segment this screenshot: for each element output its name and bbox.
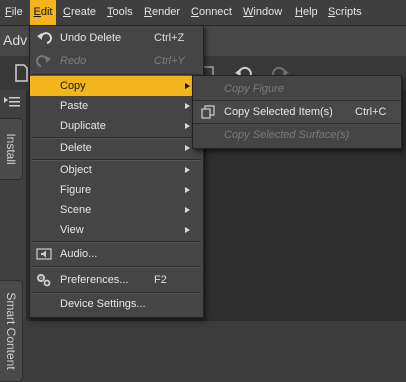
layout-tab[interactable]: Adv <box>3 32 27 48</box>
menu-window[interactable]: Window <box>243 0 282 25</box>
menu-item-paste[interactable]: Paste <box>30 96 203 116</box>
submenu-item-copy-selected-surfaces[interactable]: Copy Selected Surface(s) <box>193 124 401 146</box>
menu-render[interactable]: Render <box>144 0 180 25</box>
menu-item-device-settings[interactable]: Device Settings... <box>30 294 203 314</box>
menu-item-view[interactable]: View <box>30 220 203 240</box>
submenu-item-copy-selected-items[interactable]: Copy Selected Item(s) Ctrl+C <box>193 100 401 124</box>
menu-tools[interactable]: Tools <box>107 0 133 25</box>
submenu-arrow-icon <box>185 227 190 233</box>
menu-create[interactable]: Create <box>63 0 96 25</box>
menu-item-undo[interactable]: Undo Delete Ctrl+Z <box>30 28 203 48</box>
undo-icon <box>37 32 52 44</box>
submenu-arrow-icon <box>185 145 190 151</box>
redo-icon <box>36 55 51 67</box>
edit-menu: Undo Delete Ctrl+Z Redo Ctrl+Y Copy Past… <box>29 25 204 318</box>
menu-file[interactable]: File <box>5 0 23 25</box>
menu-item-audio[interactable]: Audio... <box>30 244 203 264</box>
menu-item-redo[interactable]: Redo Ctrl+Y <box>30 51 203 71</box>
menu-item-preferences[interactable]: Preferences... F2 <box>30 270 203 290</box>
menu-item-figure[interactable]: Figure <box>30 180 203 200</box>
menu-item-delete[interactable]: Delete <box>30 138 203 158</box>
pane-menu-icon[interactable] <box>4 96 20 108</box>
left-pane-strip: Install Smart Content <box>0 90 27 382</box>
submenu-arrow-icon <box>185 83 190 89</box>
submenu-arrow-icon <box>185 187 190 193</box>
submenu-arrow-icon <box>185 103 190 109</box>
copy-submenu: Copy Figure Copy Selected Item(s) Ctrl+C… <box>192 75 402 149</box>
menu-scripts[interactable]: Scripts <box>328 0 362 25</box>
menu-separator <box>32 241 201 243</box>
submenu-arrow-icon <box>185 123 190 129</box>
menu-edit[interactable]: Edit <box>30 0 56 25</box>
audio-icon <box>36 248 52 260</box>
menu-item-scene[interactable]: Scene <box>30 200 203 220</box>
menu-separator <box>32 266 201 268</box>
tab-install[interactable]: Install <box>0 118 23 180</box>
menu-item-object[interactable]: Object <box>30 160 203 180</box>
tab-smart-content[interactable]: Smart Content <box>0 280 23 382</box>
copy-icon <box>201 105 215 119</box>
menu-help[interactable]: Help <box>295 0 318 25</box>
menu-item-copy[interactable]: Copy <box>30 76 203 96</box>
submenu-item-copy-figure[interactable]: Copy Figure <box>193 78 401 100</box>
submenu-arrow-icon <box>185 207 190 213</box>
menu-bar: File Edit Create Tools Render Connect Wi… <box>0 0 406 26</box>
gears-icon <box>37 274 51 287</box>
menu-connect[interactable]: Connect <box>191 0 232 25</box>
new-file-icon[interactable] <box>14 64 28 82</box>
submenu-arrow-icon <box>185 167 190 173</box>
menu-item-duplicate[interactable]: Duplicate <box>30 116 203 136</box>
